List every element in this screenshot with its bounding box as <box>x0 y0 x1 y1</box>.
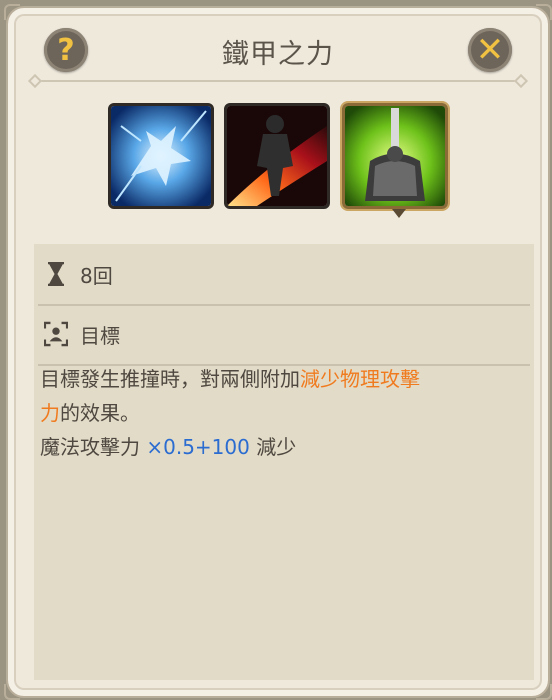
description-line-3: 魔法攻擊力 ×0.5+100 減少 <box>40 430 528 464</box>
description-line-2: 力的效果。 <box>40 396 528 430</box>
skill-title: 鐵甲之力 <box>222 39 334 70</box>
duration-row: 8回 <box>34 246 534 302</box>
debuff-highlight: 力 <box>40 401 60 425</box>
target-row: 目標 <box>34 306 534 362</box>
description-text: 的效果。 <box>60 401 140 425</box>
frame-corner <box>536 684 552 700</box>
target-value: 目標 <box>80 323 120 348</box>
frame-corner <box>536 4 552 20</box>
debuff-highlight: 減少物理攻擊 <box>300 367 420 391</box>
skill-info-panel: ? 鐵甲之力 ✕ 8回 目標 目標發生推撞時，對兩側附加減少物理攻擊 力的效果。… <box>4 4 552 700</box>
close-icon: ✕ <box>475 30 505 70</box>
target-person-icon <box>44 321 68 347</box>
skill-description: 目標發生推撞時，對兩側附加減少物理攻擊 力的效果。 魔法攻擊力 ×0.5+100… <box>40 362 528 464</box>
duration-value: 8回 <box>80 263 113 288</box>
description-text: 目標發生推撞時，對兩側附加 <box>40 367 300 391</box>
frame-corner <box>4 684 20 700</box>
skill-icon-row <box>8 103 548 223</box>
iron-armor-skill-icon[interactable] <box>342 103 448 209</box>
ice-wolf-skill-icon[interactable] <box>108 103 214 209</box>
frame-corner <box>4 4 20 20</box>
skill-details: 8回 目標 目標發生推撞時，對兩側附加減少物理攻擊 力的效果。 魔法攻擊力 ×0… <box>34 244 534 680</box>
hourglass-icon <box>44 262 68 286</box>
title-divider <box>36 80 520 82</box>
selected-indicator-arrow <box>392 209 406 218</box>
stat-value: ×0.5+100 <box>146 435 250 459</box>
description-line-1: 目標發生推撞時，對兩側附加減少物理攻擊 <box>40 362 528 396</box>
stat-label: 魔法攻擊力 <box>40 435 147 459</box>
close-button[interactable]: ✕ <box>468 28 512 72</box>
fire-slash-skill-icon[interactable] <box>224 103 330 209</box>
stat-suffix: 減少 <box>249 435 297 459</box>
